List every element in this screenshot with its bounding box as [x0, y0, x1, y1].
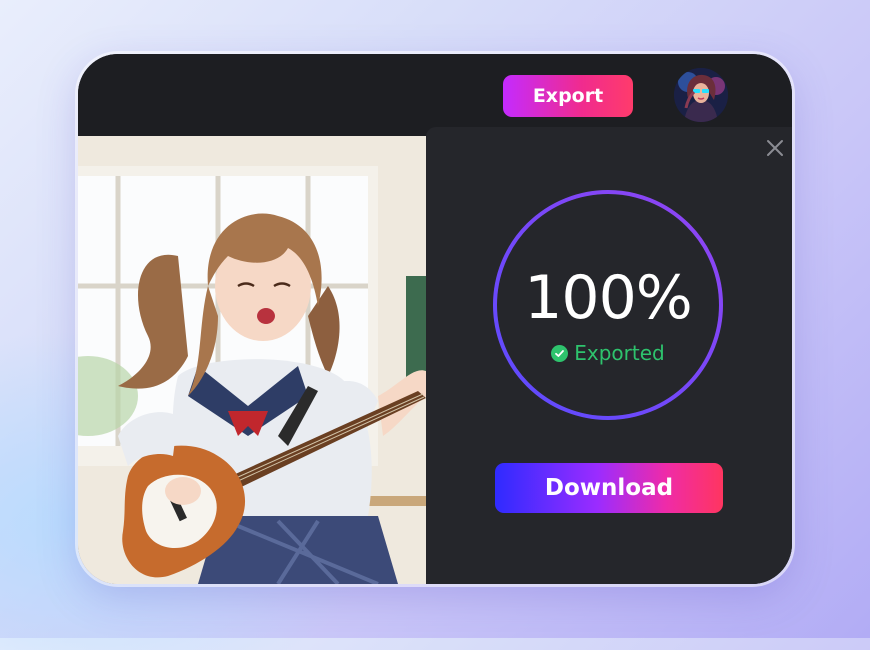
close-icon: [767, 140, 783, 156]
export-status: Exported: [492, 341, 724, 365]
avatar[interactable]: [674, 68, 728, 122]
avatar-image: [674, 68, 728, 122]
app-window: Export 100% Exported Download: [78, 54, 792, 584]
export-panel: 100% Exported Download: [426, 127, 792, 584]
status-label: Exported: [574, 341, 665, 365]
close-button[interactable]: [764, 137, 786, 159]
progress-percent: 100%: [524, 263, 693, 333]
check-circle-icon: [551, 344, 569, 362]
top-bar: Export: [78, 54, 792, 136]
anime-guitar-image: [78, 136, 426, 584]
download-button[interactable]: Download: [495, 463, 723, 513]
export-button[interactable]: Export: [503, 75, 633, 117]
